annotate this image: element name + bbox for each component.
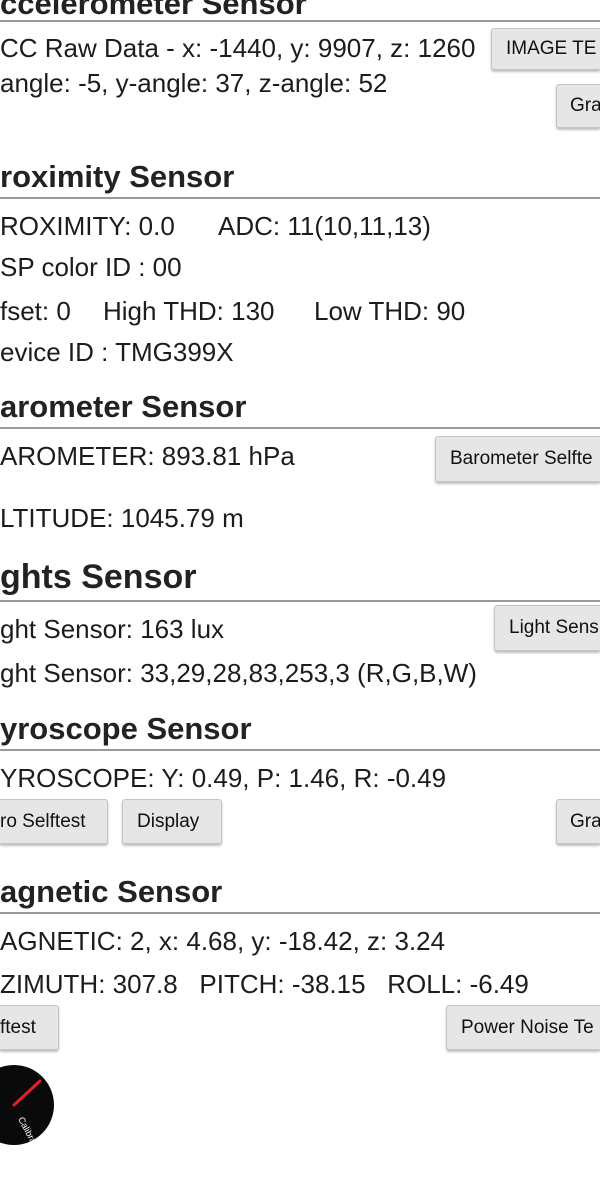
barometer-altitude: LTITUDE: 1045.79 m (0, 503, 244, 533)
power-noise-test-button[interactable]: Power Noise Te (446, 1005, 600, 1050)
light-sensor-lux: ght Sensor: 163 lux (0, 614, 225, 644)
light-sensor-button[interactable]: Light Sens (494, 605, 600, 651)
accelerometer-angle: angle: -5, y-angle: 37, z-angle: 52 (0, 68, 388, 98)
gyroscope-value: YROSCOPE: Y: 0.49, P: 1.46, R: -0.49 (0, 763, 447, 793)
image-test-button-label: IMAGE TE (506, 38, 597, 59)
proximity-high-thd: High THD: 130 (103, 296, 275, 326)
proximity-low-thd: Low THD: 90 (314, 296, 466, 326)
gyroscope-divider (0, 749, 600, 751)
magnetic-selftest-button-label: ftest (0, 1016, 36, 1038)
barometer-divider (0, 427, 600, 429)
gyro-selftest-button[interactable]: ro Selftest (0, 799, 108, 844)
proximity-device-id: evice ID : TMG399X (0, 337, 234, 367)
accelerometer-raw-data: CC Raw Data - x: -1440, y: 9907, z: 1260 (0, 33, 476, 63)
magnetic-value: AGNETIC: 2, x: 4.68, y: -18.42, z: 3.24 (0, 926, 446, 956)
barometer-selftest-button-label: Barometer Selfte (450, 448, 593, 469)
accelerometer-title: ccelerometer Sensor (0, 0, 307, 21)
accelerometer-graph-button-label: Gra (570, 95, 600, 116)
power-noise-test-button-label: Power Noise Te (461, 1016, 594, 1038)
proximity-title: roximity Sensor (0, 159, 235, 194)
proximity-offset: fset: 0 (0, 296, 71, 326)
proximity-adc: ADC: 11(10,11,13) (218, 211, 431, 241)
barometer-title: arometer Sensor (0, 389, 247, 424)
accelerometer-divider (0, 20, 600, 22)
magnetic-orientation: ZIMUTH: 307.8 PITCH: -38.15 ROLL: -6.49 (0, 969, 529, 999)
barometer-value: AROMETER: 893.81 hPa (0, 441, 295, 471)
proximity-divider (0, 197, 600, 199)
calibration-dial[interactable]: Calibration (0, 1059, 54, 1151)
light-sensor-button-label: Light Sens (509, 617, 599, 638)
barometer-selftest-button[interactable]: Barometer Selfte (435, 436, 600, 482)
lights-title: ghts Sensor (0, 558, 197, 596)
gyro-selftest-button-label: ro Selftest (0, 810, 86, 832)
magnetic-divider (0, 912, 600, 914)
gyro-graph-button[interactable]: Gra (556, 799, 600, 844)
light-sensor-rgbw: ght Sensor: 33,29,28,83,253,3 (R,G,B,W) (0, 658, 477, 688)
magnetic-title: agnetic Sensor (0, 874, 223, 909)
magnetic-selftest-button[interactable]: ftest (0, 1005, 59, 1050)
calibration-dial-icon: Calibration (0, 1065, 54, 1151)
image-test-button[interactable]: IMAGE TE (491, 28, 600, 70)
lights-divider (0, 600, 600, 602)
proximity-value: ROXIMITY: 0.0 (0, 211, 175, 241)
gyro-display-button-label: Display (137, 810, 200, 832)
gyro-display-button[interactable]: Display (122, 799, 222, 844)
accelerometer-graph-button[interactable]: Gra (556, 84, 600, 128)
gyroscope-title: yroscope Sensor (0, 711, 252, 746)
proximity-color-id: SP color ID : 00 (0, 252, 182, 282)
gyro-graph-button-label: Gra (570, 810, 600, 832)
